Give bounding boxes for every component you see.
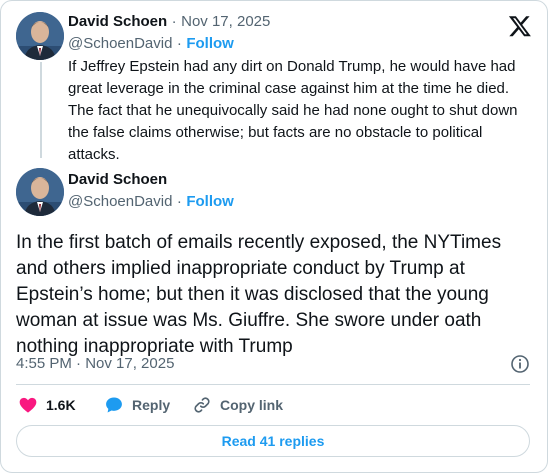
like-button[interactable]: 1.6K bbox=[18, 395, 76, 415]
reply-button[interactable]: Reply bbox=[104, 395, 170, 415]
read-replies-button[interactable]: Read 41 replies bbox=[16, 425, 530, 457]
quoted-handle-line: @SchoenDavid · Follow bbox=[68, 34, 234, 54]
link-icon bbox=[192, 395, 212, 415]
quoted-header-line: David Schoen · Nov 17, 2025 bbox=[68, 12, 270, 32]
info-icon[interactable] bbox=[510, 354, 530, 374]
quoted-author-avatar[interactable] bbox=[16, 12, 64, 60]
post-author-avatar[interactable] bbox=[16, 168, 64, 216]
post-header-line: David Schoen bbox=[68, 170, 167, 190]
speech-bubble-icon bbox=[104, 395, 124, 415]
read-replies-label: Read 41 replies bbox=[221, 433, 325, 449]
x-logo-icon[interactable] bbox=[508, 14, 532, 38]
post-handle[interactable]: @SchoenDavid bbox=[68, 193, 172, 210]
post-timestamp[interactable]: 4:55 PM · Nov 17, 2025 bbox=[16, 354, 174, 374]
heart-icon bbox=[18, 395, 38, 415]
quoted-handle-separator: · bbox=[176, 35, 182, 52]
thread-connector-line bbox=[40, 62, 42, 158]
quoted-follow-button[interactable]: Follow bbox=[186, 35, 234, 52]
copy-link-button[interactable]: Copy link bbox=[192, 395, 283, 415]
quoted-date[interactable]: Nov 17, 2025 bbox=[181, 13, 270, 30]
actions-divider bbox=[16, 384, 530, 385]
like-count: 1.6K bbox=[46, 397, 76, 413]
post-follow-button[interactable]: Follow bbox=[186, 193, 234, 210]
quoted-post-text: If Jeffrey Epstein had any dirt on Donal… bbox=[68, 58, 518, 163]
reply-label: Reply bbox=[132, 397, 171, 413]
post-author-name[interactable]: David Schoen bbox=[68, 171, 167, 188]
copy-link-label: Copy link bbox=[220, 397, 284, 413]
post-handle-separator: · bbox=[176, 193, 182, 210]
quoted-author-name[interactable]: David Schoen bbox=[68, 13, 167, 30]
quoted-handle[interactable]: @SchoenDavid bbox=[68, 35, 172, 52]
post-text: In the first batch of emails recently ex… bbox=[16, 232, 502, 357]
post-handle-line: @SchoenDavid · Follow bbox=[68, 192, 234, 212]
quoted-separator: · bbox=[171, 13, 177, 30]
